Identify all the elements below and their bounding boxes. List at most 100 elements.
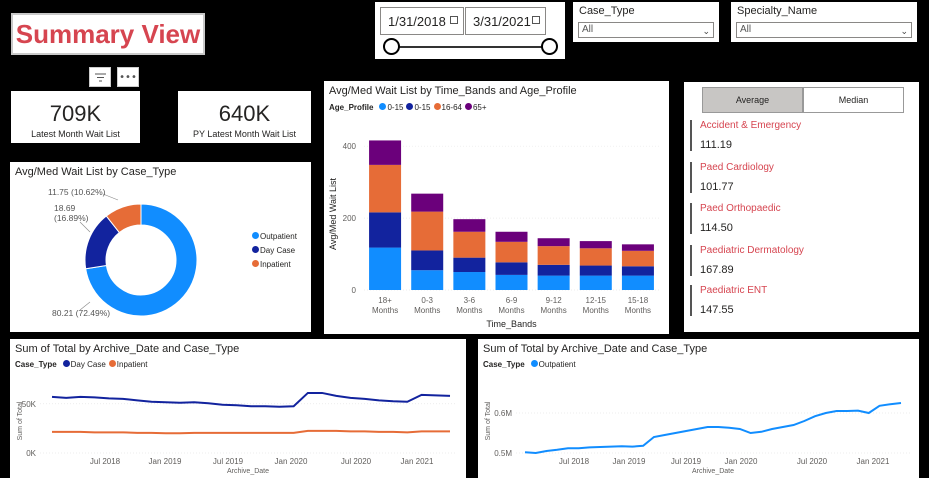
specialty-value: 167.89 <box>700 264 734 276</box>
x-tick-label: Months <box>541 306 567 315</box>
bar-segment[interactable] <box>411 193 444 212</box>
legend-item-inpatient[interactable]: Inpatient <box>252 260 291 269</box>
x-tick-label: 18+ <box>378 296 392 305</box>
bar-segment[interactable] <box>537 246 570 265</box>
start-date-value: 1/31/2018 <box>388 13 446 29</box>
specialty-item: Paed Cardiology 101.77 <box>690 162 774 193</box>
data-label: (16.89%) <box>54 213 89 223</box>
date-range-slicer: 1/31/2018 3/31/2021 <box>375 2 565 59</box>
x-tick-label: Months <box>625 306 651 315</box>
bar-segment[interactable] <box>621 244 654 251</box>
legend-item-daycase[interactable]: Day Case <box>252 246 295 255</box>
x-tick-label: 3-6 <box>464 296 476 305</box>
bar-segment[interactable] <box>537 275 570 290</box>
x-tick-label: Jul 2019 <box>213 457 244 466</box>
x-tick-label: 12-15 <box>586 296 607 305</box>
y-axis-title: Sum of Total <box>485 401 492 440</box>
line-series-outpatient[interactable] <box>524 402 902 455</box>
toggle-label: Median <box>838 95 869 105</box>
specialty-slicer: Specialty_Name All ⌄ <box>731 2 917 42</box>
bar-segment[interactable] <box>453 272 486 290</box>
specialty-name: Accident & Emergency <box>700 120 802 131</box>
chevron-down-icon: ⌄ <box>702 26 710 36</box>
specialty-dropdown[interactable]: All ⌄ <box>736 22 912 38</box>
specialty-item: Paed Orthopaedic 114.50 <box>690 203 781 234</box>
bar-segment[interactable] <box>579 248 612 266</box>
calendar-icon[interactable] <box>532 16 540 24</box>
bar-segment[interactable] <box>495 241 528 263</box>
filter-icon[interactable] <box>89 67 111 87</box>
median-toggle-button[interactable]: Median <box>803 87 904 113</box>
bar-segment[interactable] <box>537 238 570 247</box>
x-tick-label: Jul 2018 <box>90 457 121 466</box>
bar-segment[interactable] <box>537 264 570 276</box>
daycase-inpatient-line-card: Sum of Total by Archive_Date and Case_Ty… <box>10 339 466 478</box>
y-tick-label: 400 <box>343 142 357 151</box>
bar-segment[interactable] <box>453 219 486 232</box>
specialty-selected: All <box>740 24 752 35</box>
bar-segment[interactable] <box>621 250 654 267</box>
x-tick-label: Jul 2019 <box>671 457 702 466</box>
x-axis-title: Archive_Date <box>692 468 734 475</box>
calendar-icon[interactable] <box>450 16 458 24</box>
bar-segment[interactable] <box>579 275 612 290</box>
x-tick-label: 0-3 <box>421 296 433 305</box>
end-date-input[interactable]: 3/31/2021 <box>465 7 546 35</box>
x-tick-label: Months <box>414 306 440 315</box>
y-tick-label: 50K <box>22 400 37 409</box>
date-slider-start-handle[interactable] <box>383 38 400 55</box>
x-tick-label: 6-9 <box>506 296 518 305</box>
toggle-label: Average <box>735 95 770 105</box>
bar-segment[interactable] <box>453 231 486 258</box>
outpatient-line-card: Sum of Total by Archive_Date and Case_Ty… <box>478 339 919 478</box>
bar-segment[interactable] <box>369 247 402 290</box>
bar-segment[interactable] <box>369 212 402 248</box>
legend-item-outpatient[interactable]: Outpatient <box>252 232 297 241</box>
leader-line <box>79 221 91 233</box>
case-type-dropdown[interactable]: All ⌄ <box>578 22 714 38</box>
y-axis-title: Avg/Med Wait List <box>328 177 338 250</box>
x-tick-label: Months <box>372 306 398 315</box>
specialty-value: 101.77 <box>700 181 734 193</box>
filter-lines-icon <box>94 73 106 81</box>
y-axis-title: Sum of Total <box>17 401 24 440</box>
bar-segment[interactable] <box>579 265 612 276</box>
x-tick-label: Jan 2019 <box>613 457 646 466</box>
bar-segment[interactable] <box>495 231 528 242</box>
more-options-icon[interactable]: ••• <box>117 67 139 87</box>
bar-segment[interactable] <box>495 274 528 290</box>
date-slider-end-handle[interactable] <box>541 38 558 55</box>
bar-segment[interactable] <box>411 250 444 271</box>
bar-segment[interactable] <box>411 270 444 290</box>
bar-segment[interactable] <box>495 262 528 275</box>
date-slider-track[interactable] <box>391 46 549 48</box>
data-label: 80.21 (72.49%) <box>52 308 110 318</box>
legend-label: Day Case <box>260 246 296 255</box>
bar-segment[interactable] <box>621 275 654 290</box>
line-chart-outpatient: 0.5M 0.6M Jul 2018 Jan 2019 Jul 2019 Jan 2020… <box>485 401 910 475</box>
kpi-value: 640K <box>218 101 271 126</box>
kpi-card-latest-month: 709K Latest Month Wait List <box>11 91 140 143</box>
start-date-input[interactable]: 1/31/2018 <box>380 7 464 35</box>
specialty-item: Accident & Emergency 111.19 <box>690 120 801 151</box>
x-axis-title: Archive_Date <box>227 468 269 475</box>
bar-segment[interactable] <box>579 241 612 249</box>
bar-segment[interactable] <box>369 140 402 165</box>
x-tick-label: 15-18 <box>628 296 649 305</box>
case-type-selected: All <box>582 24 594 35</box>
line-series-day-case[interactable] <box>51 391 451 408</box>
kpi-value: 709K <box>49 101 102 126</box>
data-label: 11.75 (10.62%) <box>48 187 106 197</box>
data-label: 18.69 <box>54 203 76 213</box>
stacked-bar-chart: 020040018+Months0-3Months3-6Months6-9Mon… <box>328 140 659 329</box>
bar-segment[interactable] <box>369 164 402 213</box>
y-tick-label: 0 <box>352 286 357 295</box>
page-title-card: Summary View <box>11 13 205 55</box>
bar-segment[interactable] <box>621 266 654 276</box>
bar-segment[interactable] <box>453 257 486 273</box>
legend-label: Inpatient <box>260 260 291 269</box>
case-type-slicer: Case_Type All ⌄ <box>573 2 719 42</box>
bar-segment[interactable] <box>411 211 444 251</box>
line-series-inpatient[interactable] <box>52 429 450 435</box>
average-toggle-button[interactable]: Average <box>702 87 803 113</box>
